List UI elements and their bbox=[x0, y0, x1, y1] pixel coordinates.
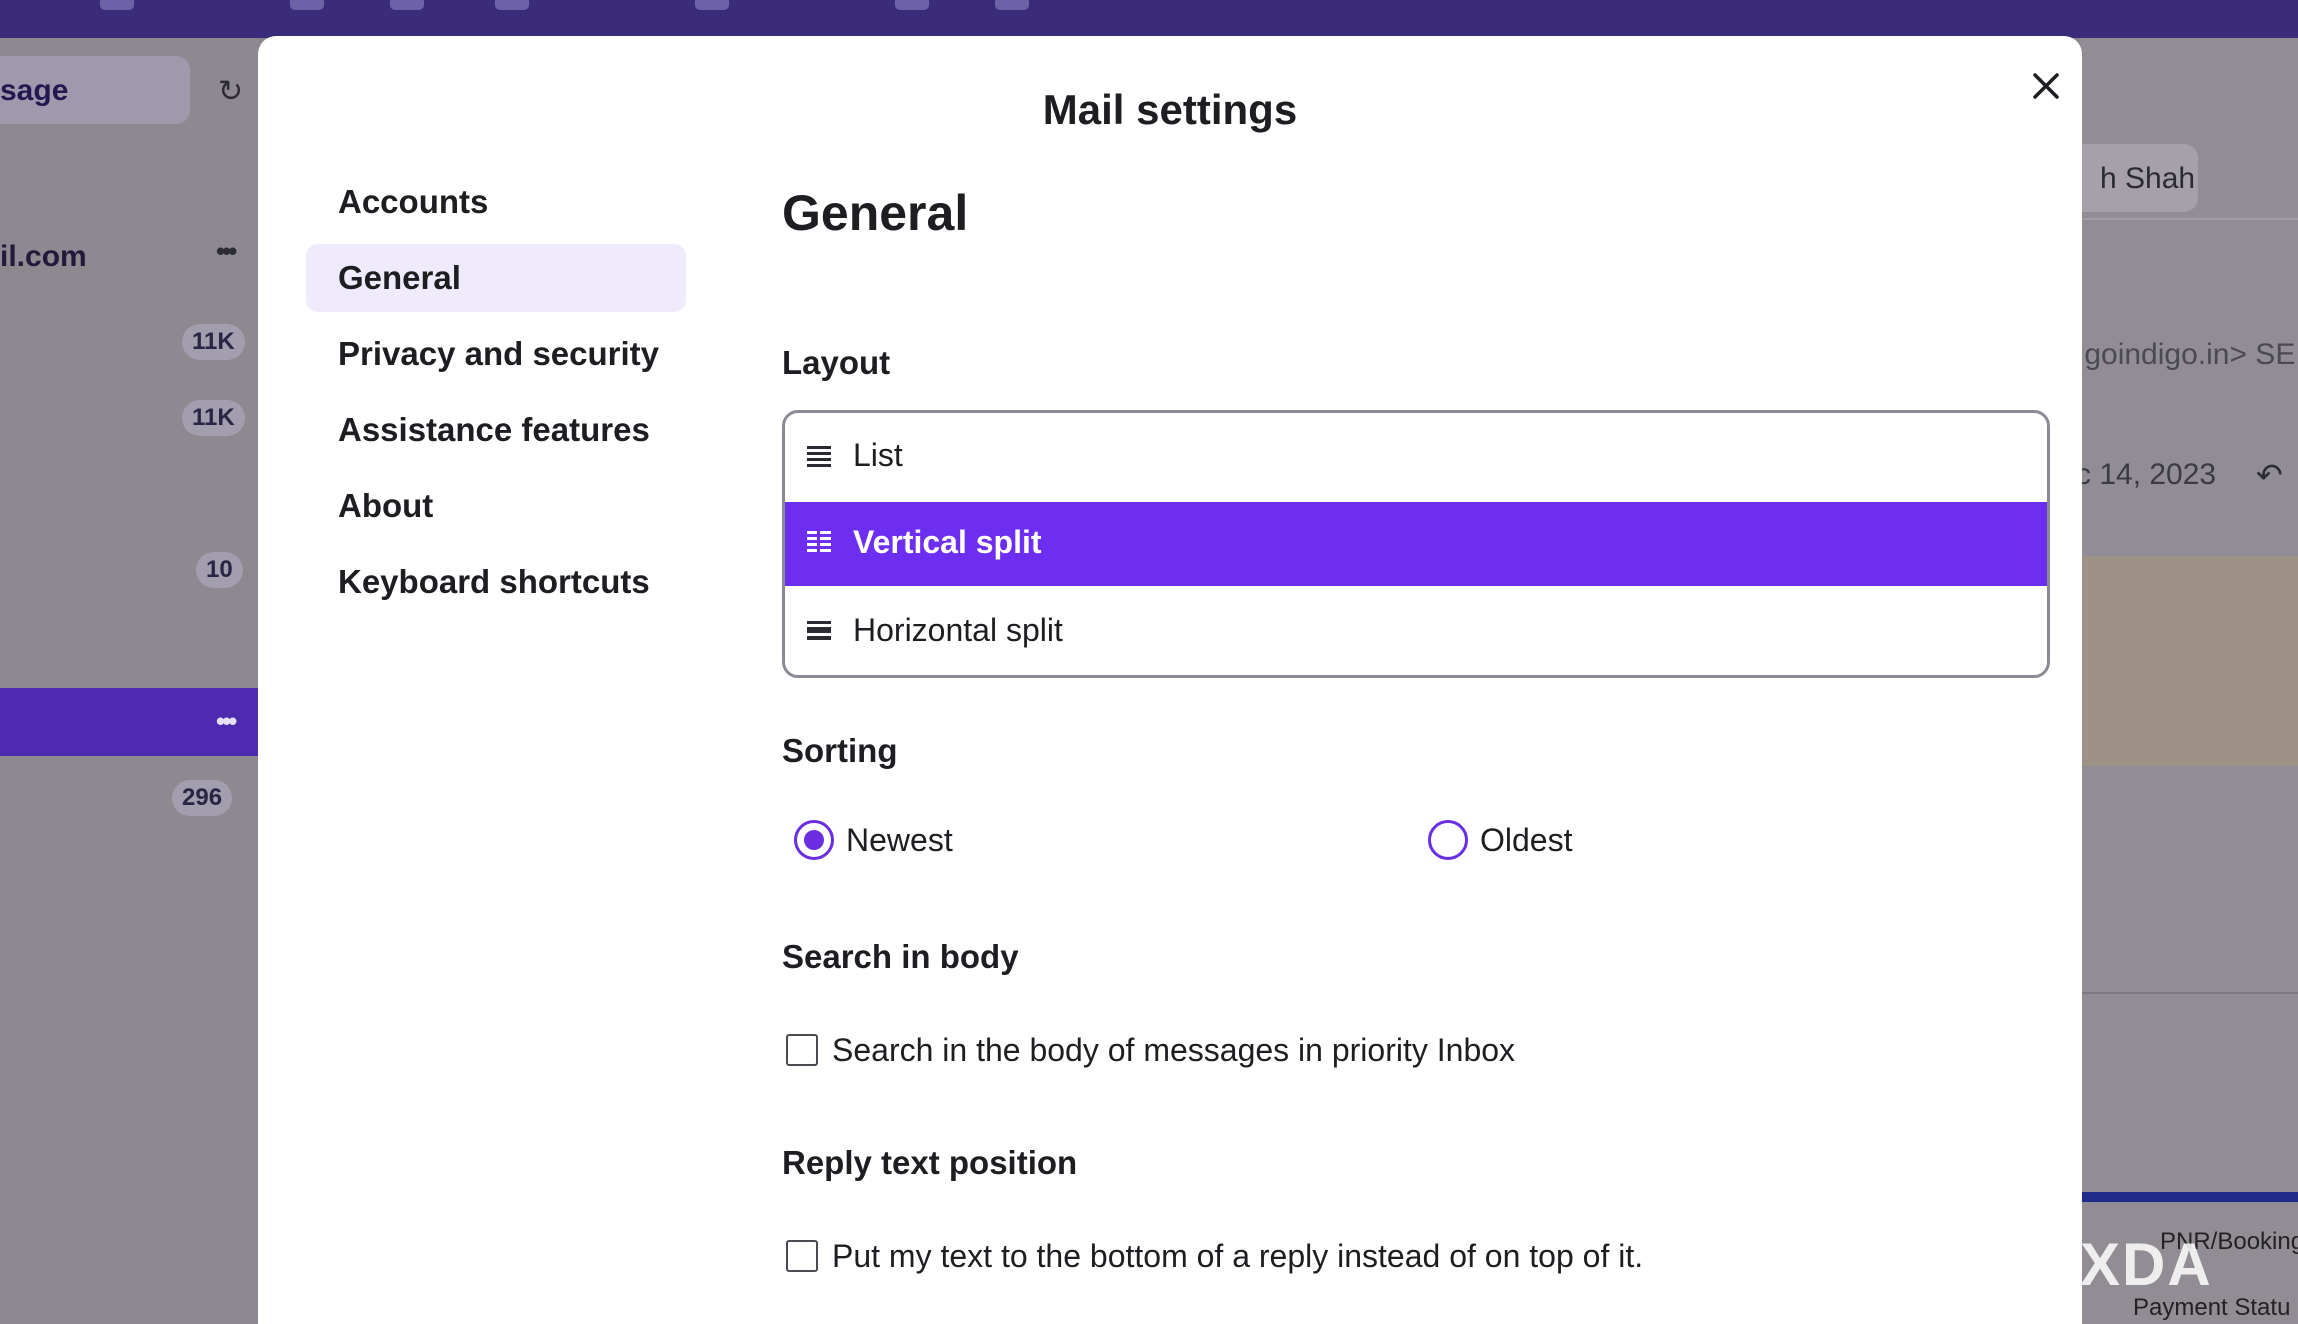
reply-icon[interactable]: ↶ bbox=[2256, 456, 2283, 494]
layout-option-list[interactable]: List bbox=[785, 415, 2047, 499]
nav-item-assistance-features[interactable]: Assistance features bbox=[306, 396, 686, 464]
toolbar-icon bbox=[995, 0, 1029, 10]
radio-button[interactable] bbox=[1428, 820, 1468, 860]
toolbar-icon bbox=[290, 0, 324, 10]
checkbox[interactable] bbox=[786, 1034, 818, 1066]
nav-item-privacy-and-security[interactable]: Privacy and security bbox=[306, 320, 686, 388]
sender-email-snippet: .goindigo.in> SE bbox=[2076, 338, 2296, 371]
radio-label: Newest bbox=[846, 822, 953, 858]
refresh-icon[interactable]: ↻ bbox=[218, 74, 243, 109]
dialog-title: Mail settings bbox=[1042, 86, 1298, 133]
close-button[interactable] bbox=[2018, 58, 2074, 114]
divider bbox=[2080, 218, 2298, 220]
sorting-label: Sorting bbox=[782, 732, 898, 769]
mail-settings-dialog: Mail settings Accounts General Privacy a… bbox=[258, 36, 2082, 1324]
new-message-button[interactable]: sage bbox=[0, 56, 190, 124]
layout-selector: List Vertical split Horizontal split bbox=[782, 410, 2050, 678]
folder-count-badge: 10 bbox=[196, 552, 243, 588]
vertical-split-icon bbox=[807, 531, 831, 552]
folder-count-badge: 11K bbox=[182, 324, 245, 360]
account-email: il.com bbox=[0, 240, 87, 273]
toolbar-icon bbox=[495, 0, 529, 10]
reply-text-position-label: Reply text position bbox=[782, 1144, 1078, 1181]
nav-item-accounts[interactable]: Accounts bbox=[306, 168, 686, 236]
active-folder-row[interactable]: ••• bbox=[0, 688, 258, 756]
toolbar-icon bbox=[895, 0, 929, 10]
layout-option-vertical-split[interactable]: Vertical split bbox=[785, 502, 2047, 586]
app-toolbar bbox=[0, 0, 2298, 38]
layout-label: Layout bbox=[782, 344, 891, 381]
layout-option-horizontal-split[interactable]: Horizontal split bbox=[785, 590, 2047, 674]
account-more-icon[interactable]: ••• bbox=[216, 236, 237, 267]
layout-option-label: Horizontal split bbox=[853, 612, 1063, 648]
folder-count-badge: 11K bbox=[182, 400, 245, 436]
checkbox-label: Put my text to the bottom of a reply ins… bbox=[832, 1238, 1644, 1274]
message-date: c 14, 2023 bbox=[2076, 458, 2217, 491]
list-layout-icon bbox=[807, 446, 831, 467]
section-title: General bbox=[782, 185, 969, 241]
toolbar-icon bbox=[695, 0, 729, 10]
nav-item-general[interactable]: General bbox=[306, 244, 686, 312]
mail-sidebar bbox=[0, 38, 258, 1324]
layout-option-label: List bbox=[853, 437, 903, 473]
layout-option-label: Vertical split bbox=[853, 524, 1042, 560]
checkbox-label: Search in the body of messages in priori… bbox=[832, 1032, 1516, 1068]
search-in-body-label: Search in body bbox=[782, 938, 1019, 975]
close-icon bbox=[2033, 73, 2059, 99]
user-name: h Shah bbox=[2100, 162, 2196, 195]
folder-count-badge: 296 bbox=[172, 780, 233, 816]
checkbox[interactable] bbox=[786, 1240, 818, 1272]
radio-button[interactable] bbox=[794, 820, 834, 860]
toolbar-icon bbox=[390, 0, 424, 10]
new-message-label: sage bbox=[0, 74, 69, 107]
horizontal-split-icon bbox=[807, 621, 831, 640]
radio-label: Oldest bbox=[1480, 822, 1573, 858]
toolbar-icon bbox=[100, 0, 134, 10]
divider bbox=[2080, 992, 2298, 994]
nav-item-keyboard-shortcuts[interactable]: Keyboard shortcuts bbox=[306, 548, 686, 616]
folder-more-icon[interactable]: ••• bbox=[216, 706, 237, 737]
message-banner-image bbox=[2080, 556, 2298, 766]
email-header-bar bbox=[2080, 1192, 2298, 1202]
nav-item-about[interactable]: About bbox=[306, 472, 686, 540]
